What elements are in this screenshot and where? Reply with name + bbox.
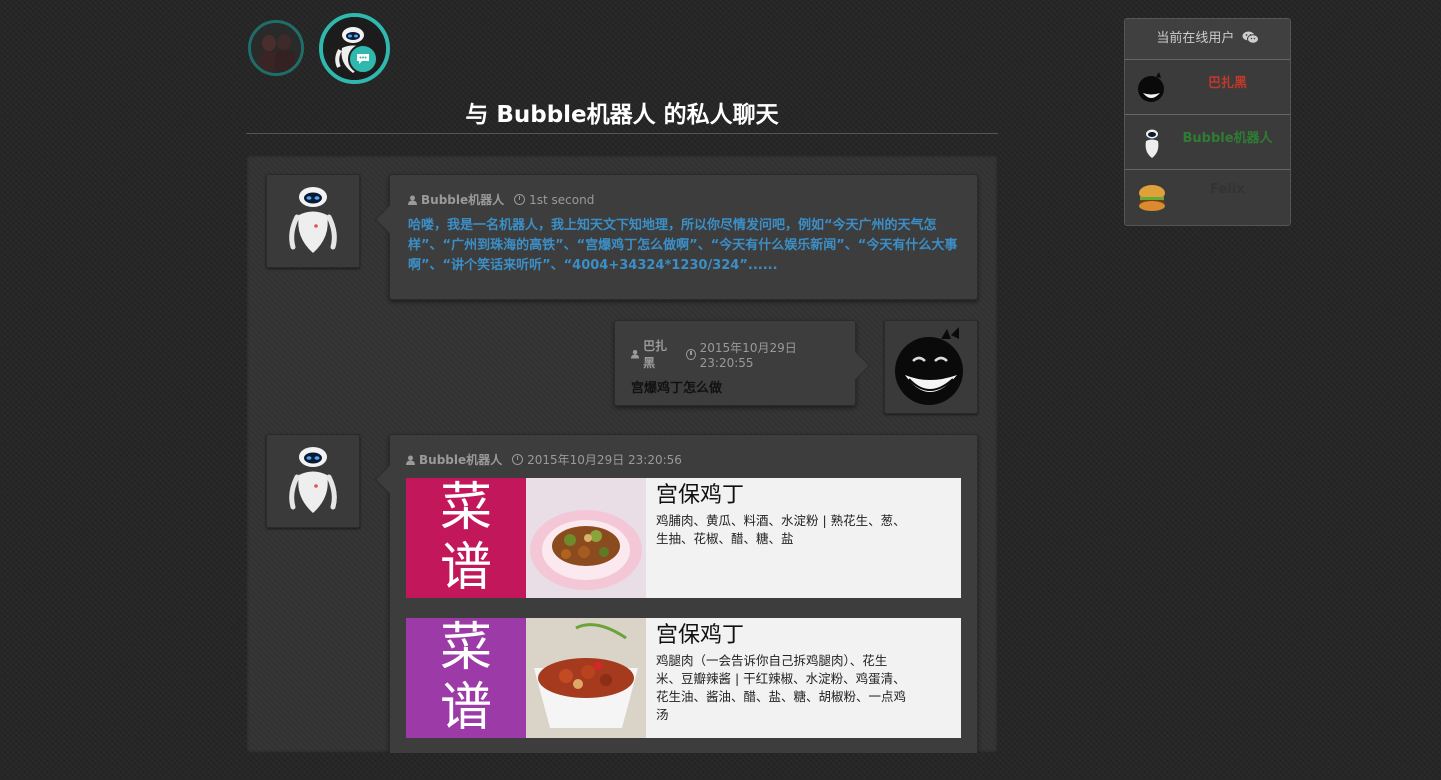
clock-icon: [685, 348, 696, 360]
recipe-title: 宫保鸡丁: [656, 623, 745, 648]
online-users-title: 当前在线用户: [1156, 31, 1235, 46]
online-user-avatar: [1137, 182, 1167, 214]
message-text: 宫爆鸡丁怎么做: [631, 381, 723, 396]
message-time: 2015年10月29日 23:20:56: [527, 453, 682, 467]
wechat-icon: [1242, 31, 1259, 44]
user-icon: [408, 195, 417, 205]
chat-panel[interactable]: Bubble机器人 1st second 哈喽，我是一名机器人，我上知天文下知地…: [246, 155, 998, 753]
user-icon: [406, 455, 415, 465]
recipe-photo: [526, 478, 646, 598]
recipe-ingredients: 鸡腿肉（一会告诉你自己拆鸡腿肉）、花生米、豆瓣辣酱 | 干红辣椒、水淀粉、鸡蛋清…: [656, 653, 907, 722]
message-sender: Bubble机器人: [421, 193, 505, 207]
online-user-name: Felix: [1210, 182, 1245, 197]
message-sender: 巴扎黑: [643, 339, 668, 370]
clock-icon: [514, 194, 526, 205]
online-user-name: Bubble机器人: [1182, 131, 1273, 146]
user-icon: [631, 349, 640, 359]
message-time: 2015年10月29日 23:20:55: [699, 340, 797, 370]
recipe-title: 宫保鸡丁: [656, 483, 745, 508]
online-user-row[interactable]: 巴扎黑: [1125, 60, 1290, 115]
online-user-avatar: [1137, 127, 1167, 159]
message-bubble-user: 巴扎黑 2015年10月29日 23:20:55 宫爆鸡丁怎么做: [614, 320, 871, 406]
recipe-photo: [526, 618, 646, 738]
recipe-tag-line: 谱: [439, 678, 492, 738]
recipe-ingredients: 鸡脯肉、黄瓜、料酒、水淀粉 | 熟花生、葱、生抽、花椒、醋、糖、盐: [656, 513, 906, 546]
recipe-tag: 菜 谱: [406, 618, 526, 738]
message-avatar-bot: [266, 434, 360, 528]
recipe-info: 宫保鸡丁 鸡腿肉（一会告诉你自己拆鸡腿肉）、花生米、豆瓣辣酱 | 干红辣椒、水淀…: [646, 618, 916, 738]
online-user-row[interactable]: Bubble机器人: [1125, 115, 1290, 170]
message-avatar-bot: [266, 174, 360, 268]
recipe-tag-line: 菜: [439, 478, 492, 538]
online-users-header: 当前在线用户: [1125, 19, 1290, 60]
message-sender: Bubble机器人: [419, 453, 503, 467]
message-meta: Bubble机器人 2015年10月29日 23:20:56: [406, 451, 961, 468]
clock-icon: [512, 454, 524, 465]
recipe-card[interactable]: 菜 谱 宫保鸡丁 鸡腿肉（一会告诉你自己拆鸡腿肉）、花生米、豆瓣辣酱 | 干红辣…: [406, 618, 961, 738]
message-meta: Bubble机器人 1st second: [408, 191, 959, 208]
chat-bubble-icon: [348, 44, 378, 74]
recipe-card[interactable]: 菜 谱 宫保鸡丁 鸡脯肉、黄瓜、料酒、水淀粉 | 熟花生、葱、生抽、花椒、醋、糖…: [406, 478, 961, 598]
message-time: 1st second: [529, 192, 595, 207]
chat-title: 与 Bubble机器人 的私人聊天: [465, 102, 779, 128]
recipe-tag: 菜 谱: [406, 478, 526, 598]
online-users-panel: 当前在线用户 巴扎黑 Bubble机器人 Felix: [1124, 18, 1291, 226]
group-avatar[interactable]: [248, 20, 304, 76]
online-user-name: 巴扎黑: [1207, 76, 1247, 91]
message-meta: 巴扎黑 2015年10月29日 23:20:55: [631, 337, 839, 371]
online-user-avatar: [1137, 72, 1167, 104]
message-bubble-bot-1: Bubble机器人 1st second 哈喽，我是一名机器人，我上知天文下知地…: [374, 174, 978, 300]
recipe-tag-line: 谱: [439, 538, 492, 598]
message-avatar-user: [884, 320, 978, 414]
message-text: 哈喽，我是一名机器人，我上知天文下知地理，所以你尽情发问吧，例如“今天广州的天气…: [408, 218, 958, 273]
online-user-row[interactable]: Felix: [1125, 170, 1290, 224]
recipe-info: 宫保鸡丁 鸡脯肉、黄瓜、料酒、水淀粉 | 熟花生、葱、生抽、花椒、醋、糖、盐: [646, 478, 916, 598]
recipe-tag-line: 菜: [439, 618, 492, 678]
title-divider: [246, 133, 998, 134]
